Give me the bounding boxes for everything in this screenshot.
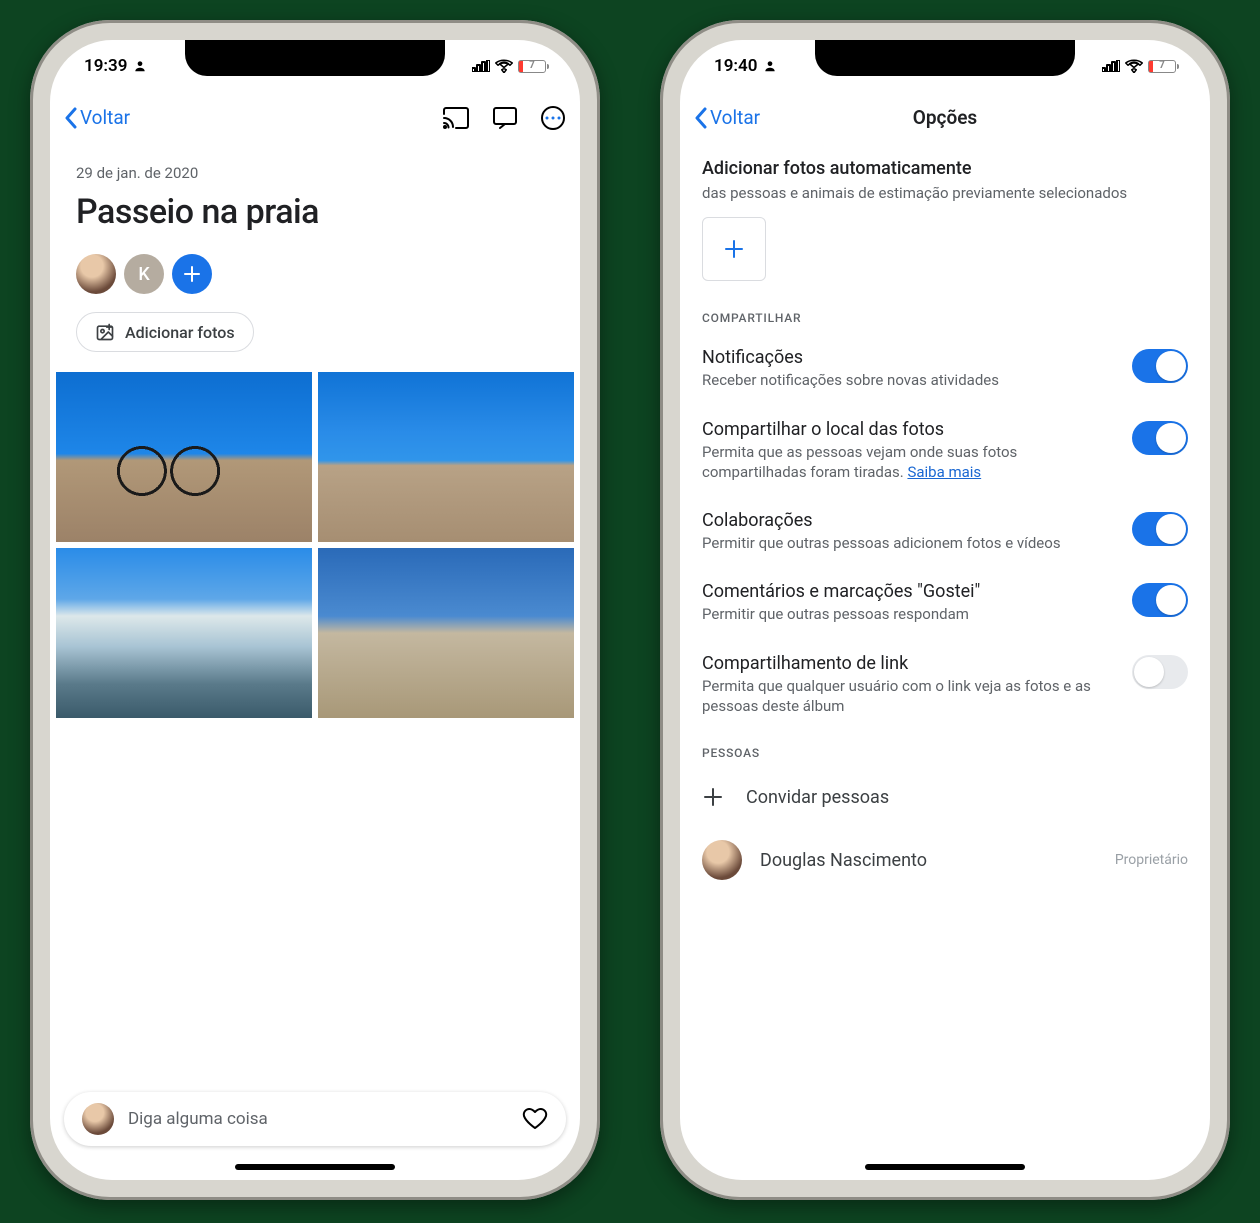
signal-icon [472,60,490,72]
back-button[interactable]: Voltar [64,106,130,129]
row-collaborations[interactable]: Colaborações Permitir que outras pessoas… [680,496,1210,567]
back-label: Voltar [80,106,130,129]
status-time: 19:39 [84,56,127,76]
photo-thumbnail[interactable] [56,548,312,718]
person-name: Douglas Nascimento [760,850,1097,871]
wifi-icon [495,59,513,73]
row-sub: Permitir que outras pessoas respondam [702,604,1118,624]
battery-icon: 7 [1148,60,1176,73]
row-sub: Receber notificações sobre novas ativida… [702,370,1118,390]
row-comments[interactable]: Comentários e marcações "Gostei" Permiti… [680,567,1210,638]
signal-icon [1102,60,1120,72]
nav-bar: Voltar [50,92,580,144]
add-photo-icon [95,322,115,342]
toggle-link-share[interactable] [1132,655,1188,689]
album-header: 29 de jan. de 2020 Passeio na praia K Ad… [50,144,580,366]
invite-label: Convidar pessoas [746,787,889,808]
chevron-left-icon [64,107,78,129]
home-indicator[interactable] [865,1164,1025,1170]
auto-add-block: Adicionar fotos automaticamente das pess… [680,144,1210,295]
add-person-button[interactable] [172,254,212,294]
person-role: Proprietário [1115,852,1188,868]
album-title[interactable]: Passeio na praia [76,192,554,232]
toggle-collaborations[interactable] [1132,512,1188,546]
screen: 19:39 7 Voltar [50,40,580,1180]
row-title: Compartilhamento de link [702,653,1118,674]
comment-bar[interactable]: Diga alguma coisa [64,1092,566,1146]
add-photos-button[interactable]: Adicionar fotos [76,312,254,352]
cast-icon[interactable] [442,106,470,130]
section-people-label: PESSOAS [680,730,1210,768]
comment-placeholder: Diga alguma coisa [128,1109,508,1129]
row-sub: Permitir que outras pessoas adicionem fo… [702,533,1118,553]
status-time: 19:40 [714,56,757,76]
toggle-share-location[interactable] [1132,421,1188,455]
battery-icon: 7 [518,60,546,73]
photo-thumbnail[interactable] [318,548,574,718]
back-label: Voltar [710,106,760,129]
phone-mockup-album: 19:39 7 Voltar [30,20,600,1200]
plus-icon [702,786,724,808]
heart-icon[interactable] [522,1107,548,1131]
avatar [702,840,742,880]
auto-add-sub: das pessoas e animais de estimação previ… [702,183,1188,203]
user-icon [763,59,777,73]
home-indicator[interactable] [235,1164,395,1170]
photo-thumbnail[interactable] [318,372,574,542]
auto-add-title: Adicionar fotos automaticamente [702,158,1188,179]
row-sub: Permita que qualquer usuário com o link … [702,676,1118,717]
more-icon[interactable] [540,105,566,131]
row-notifications[interactable]: Notificações Receber notificações sobre … [680,333,1210,404]
toggle-notifications[interactable] [1132,349,1188,383]
avatar-self [82,1103,114,1135]
screen: 19:40 7 Voltar Opções Adicionar foto [680,40,1210,1180]
phone-mockup-options: 19:40 7 Voltar Opções Adicionar foto [660,20,1230,1200]
add-photos-label: Adicionar fotos [125,323,235,342]
row-title: Compartilhar o local das fotos [702,419,1118,440]
notch [185,40,445,76]
album-date: 29 de jan. de 2020 [76,164,554,182]
toggle-comments[interactable] [1132,583,1188,617]
row-title: Notificações [702,347,1118,368]
chevron-left-icon [694,107,708,129]
section-share-label: COMPARTILHAR [680,295,1210,333]
learn-more-link[interactable]: Saiba mais [907,463,981,481]
plus-icon [723,238,745,260]
nav-bar: Voltar Opções [680,92,1210,144]
avatar-collaborator[interactable]: K [124,254,164,294]
photo-grid [50,366,580,724]
row-sub: Permita que as pessoas vejam onde suas f… [702,442,1118,483]
wifi-icon [1125,59,1143,73]
chat-icon[interactable] [492,106,518,130]
row-title: Colaborações [702,510,1118,531]
invite-people-button[interactable]: Convidar pessoas [680,768,1210,826]
person-row[interactable]: Douglas Nascimento Proprietário [680,826,1210,894]
row-share-location[interactable]: Compartilhar o local das fotos Permita q… [680,405,1210,497]
plus-icon [182,264,202,284]
row-link-share[interactable]: Compartilhamento de link Permita que qua… [680,639,1210,731]
back-button[interactable]: Voltar [694,106,760,129]
add-face-button[interactable] [702,217,766,281]
photo-thumbnail[interactable] [56,372,312,542]
row-title: Comentários e marcações "Gostei" [702,581,1118,602]
avatar-owner[interactable] [76,254,116,294]
notch [815,40,1075,76]
user-icon [133,59,147,73]
